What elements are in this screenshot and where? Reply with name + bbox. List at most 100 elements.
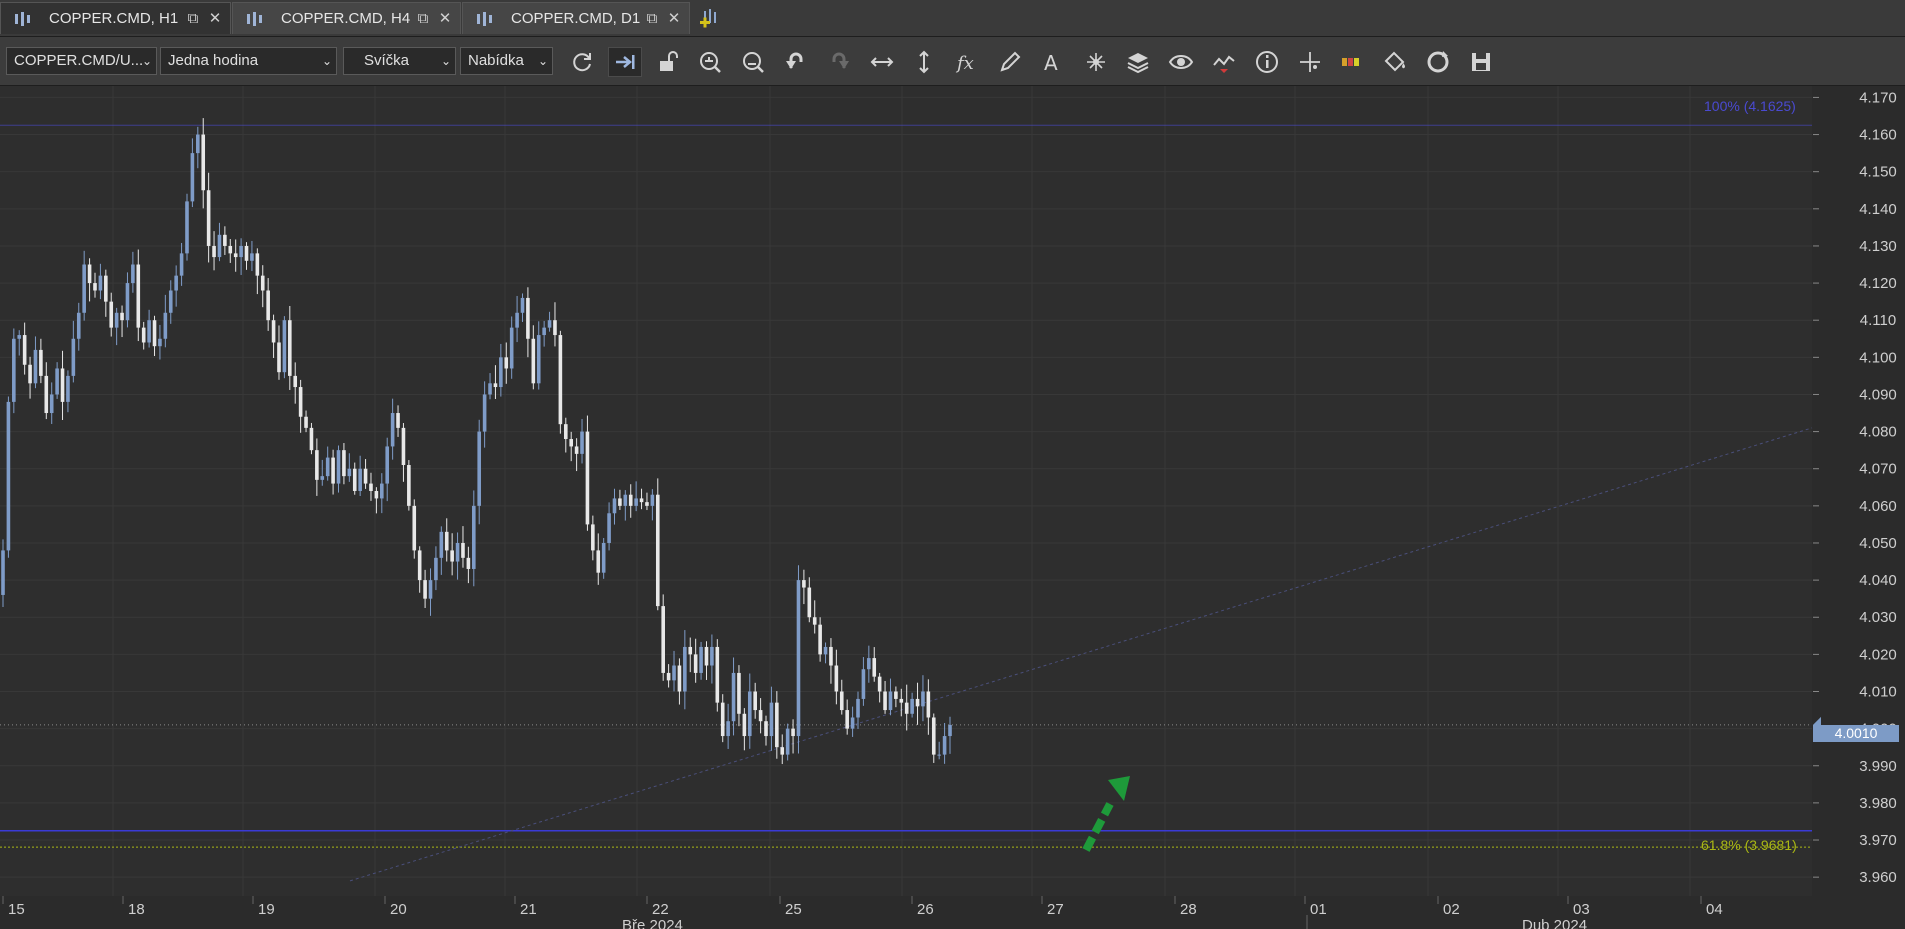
instrument-select[interactable]: COPPER.CMD/U... ⌄ bbox=[6, 47, 157, 75]
chart-tab-icon bbox=[247, 11, 269, 27]
fit-vertical-button[interactable] bbox=[907, 47, 941, 77]
undo-icon bbox=[786, 52, 803, 69]
candle-body bbox=[845, 710, 849, 729]
zoom-in-button[interactable] bbox=[693, 47, 727, 77]
candle-body bbox=[569, 439, 573, 447]
crosshair-button[interactable] bbox=[1293, 47, 1327, 77]
add-chart-icon[interactable] bbox=[698, 6, 724, 30]
chart-type-select[interactable]: Svíčka ⌄ bbox=[343, 47, 456, 75]
indicators-icon: fx bbox=[955, 53, 974, 74]
candle-body bbox=[904, 702, 909, 714]
eye-button[interactable] bbox=[1164, 47, 1198, 77]
candle-body bbox=[937, 754, 941, 756]
candle-body bbox=[726, 721, 730, 737]
eye-icon bbox=[1169, 55, 1194, 69]
layers-icon bbox=[1127, 53, 1149, 74]
indicators-button[interactable]: fx bbox=[950, 47, 984, 77]
refresh-icon bbox=[573, 53, 591, 72]
candle-body bbox=[693, 654, 698, 673]
offer-side-select[interactable]: Nabídka ⌄ bbox=[460, 47, 553, 75]
strategy-button[interactable] bbox=[1207, 47, 1241, 77]
paint-bucket-button[interactable] bbox=[1378, 47, 1412, 77]
tab-label: COPPER.CMD, H4 bbox=[281, 10, 411, 27]
candle-body bbox=[856, 698, 860, 718]
objects-button[interactable] bbox=[1079, 47, 1113, 77]
candle-body bbox=[894, 691, 898, 699]
candle-body bbox=[861, 669, 866, 699]
candle-body bbox=[49, 394, 54, 414]
tab-copper-h1[interactable]: COPPER.CMD, H1 ⧉ ✕ bbox=[0, 2, 231, 34]
text-button[interactable]: A bbox=[1036, 47, 1070, 77]
reload-icon bbox=[1427, 51, 1449, 73]
close-icon[interactable]: ✕ bbox=[438, 11, 452, 26]
zoom-out-icon bbox=[743, 52, 765, 73]
fit-vertical-icon bbox=[919, 50, 930, 74]
candle-body bbox=[758, 710, 763, 722]
autoshift-icon bbox=[615, 55, 635, 69]
undo-button[interactable] bbox=[779, 47, 813, 77]
redo-button[interactable] bbox=[822, 47, 856, 77]
x-tick-label: 01 bbox=[1310, 901, 1327, 918]
undock-icon[interactable]: ⧉ bbox=[186, 11, 200, 26]
candle-body bbox=[76, 312, 81, 339]
candle-body bbox=[471, 505, 476, 569]
info-button[interactable] bbox=[1250, 47, 1284, 77]
close-icon[interactable]: ✕ bbox=[667, 11, 681, 26]
candle-body bbox=[369, 483, 373, 491]
zoom-out-button[interactable] bbox=[736, 47, 770, 77]
undock-icon[interactable]: ⧉ bbox=[645, 11, 659, 26]
x-tick-label: 25 bbox=[785, 901, 802, 918]
y-tick-label: 4.110 bbox=[1860, 312, 1896, 329]
candle-body bbox=[526, 297, 530, 339]
x-tick-label: 02 bbox=[1443, 901, 1460, 918]
candle-body bbox=[331, 457, 335, 484]
candle-body bbox=[710, 646, 714, 666]
reload-button[interactable] bbox=[1421, 47, 1455, 77]
candle-body bbox=[596, 550, 601, 573]
y-tick-label: 4.160 bbox=[1859, 127, 1897, 144]
save-button[interactable] bbox=[1464, 47, 1498, 77]
chart-area[interactable]: 4.170 4.160 4.150 4.140 4.130 4.120 4.110 4.100… bbox=[0, 86, 1905, 929]
candle-body bbox=[482, 394, 487, 432]
candle-body bbox=[190, 153, 195, 202]
heatmap-button[interactable] bbox=[1335, 47, 1369, 77]
x-tick-label: 18 bbox=[128, 901, 145, 918]
y-tick-label: 4.150 bbox=[1859, 164, 1897, 181]
candle-body bbox=[829, 646, 833, 666]
pencil-button[interactable] bbox=[993, 47, 1027, 77]
candle-body bbox=[634, 498, 638, 506]
candle-body bbox=[553, 320, 557, 336]
chart-tab-icon bbox=[15, 11, 37, 27]
candle-body bbox=[921, 691, 925, 707]
candle-body bbox=[196, 134, 200, 154]
candle-body bbox=[114, 312, 119, 328]
candle-body bbox=[412, 505, 417, 551]
price-chart[interactable]: 4.170 4.160 4.150 4.140 4.130 4.120 4.110 4.100… bbox=[0, 86, 1905, 929]
candle-body bbox=[601, 542, 606, 573]
heatmap-icon bbox=[1342, 58, 1360, 66]
tab-label: COPPER.CMD, D1 bbox=[511, 10, 641, 27]
tab-copper-d1[interactable]: COPPER.CMD, D1 ⧉ ✕ bbox=[462, 2, 690, 34]
candle-body bbox=[390, 413, 395, 447]
candle-body bbox=[639, 498, 644, 503]
undock-icon[interactable]: ⧉ bbox=[416, 11, 430, 26]
candle-body bbox=[336, 450, 341, 484]
tab-copper-h4[interactable]: COPPER.CMD, H4 ⧉ ✕ bbox=[232, 2, 461, 34]
candle-body bbox=[223, 234, 227, 246]
candle-body bbox=[834, 665, 839, 692]
candle-body bbox=[401, 427, 406, 466]
y-tick-label: 4.140 bbox=[1859, 201, 1897, 218]
candle-body bbox=[731, 672, 736, 722]
candle-body bbox=[407, 465, 411, 506]
candle-body bbox=[455, 542, 460, 562]
refresh-button[interactable] bbox=[565, 47, 599, 77]
layers-button[interactable] bbox=[1121, 47, 1155, 77]
period-select[interactable]: Jedna hodina ⌄ bbox=[160, 47, 337, 75]
candle-body bbox=[104, 275, 108, 302]
fit-horizontal-button[interactable] bbox=[865, 47, 899, 77]
unlock-button[interactable] bbox=[651, 47, 685, 77]
candle-body bbox=[515, 312, 519, 328]
candle-body bbox=[304, 416, 308, 428]
close-icon[interactable]: ✕ bbox=[208, 11, 222, 26]
autoshift-button[interactable] bbox=[607, 47, 642, 77]
